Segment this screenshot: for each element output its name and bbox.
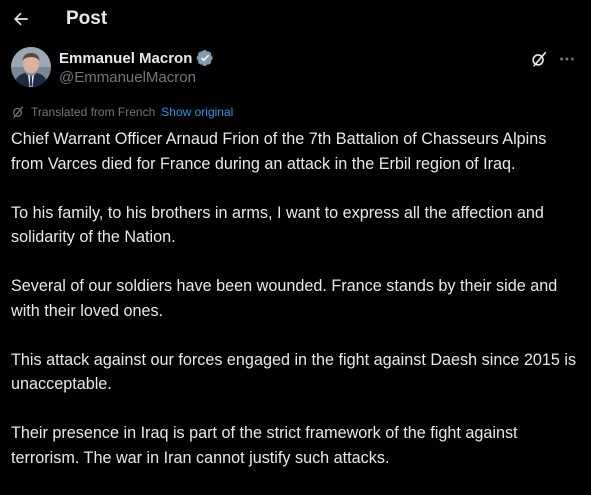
post-paragraph: To his family, to his brothers in arms, …: [11, 203, 544, 247]
arrow-left-icon: [13, 12, 28, 26]
post-header: Post: [0, 0, 591, 38]
more-options-button[interactable]: [556, 48, 578, 70]
translation-label: Translated from French: [31, 105, 156, 119]
page-title: Post: [66, 8, 108, 29]
translation-notice: Translated from French Show original: [11, 105, 233, 119]
author-name-row: Emmanuel Macron: [59, 48, 214, 68]
grok-icon: [532, 51, 547, 67]
avatar-image: [11, 47, 51, 87]
show-original-link[interactable]: Show original: [161, 105, 233, 119]
post-text: Chief Warrant Officer Arnaud Frion of th…: [11, 127, 581, 495]
verified-badge-icon: [197, 49, 214, 67]
avatar[interactable]: [11, 47, 51, 87]
author-name[interactable]: Emmanuel Macron: [59, 50, 192, 67]
back-button[interactable]: [6, 4, 36, 34]
author-info: Emmanuel Macron @EmmanuelMacron: [59, 48, 214, 86]
post-paragraph: Chief Warrant Officer Arnaud Frion of th…: [11, 130, 547, 173]
translate-icon: [13, 106, 23, 118]
more-icon: [560, 57, 574, 61]
author-handle[interactable]: @EmmanuelMacron: [59, 69, 214, 86]
grok-button[interactable]: [528, 48, 550, 70]
post-paragraph: Their presence in Iraq is part of the st…: [11, 424, 518, 467]
post-paragraph: Several of our soldiers have been wounde…: [11, 277, 558, 320]
post-paragraph: This attack against our forces engaged i…: [11, 350, 577, 394]
